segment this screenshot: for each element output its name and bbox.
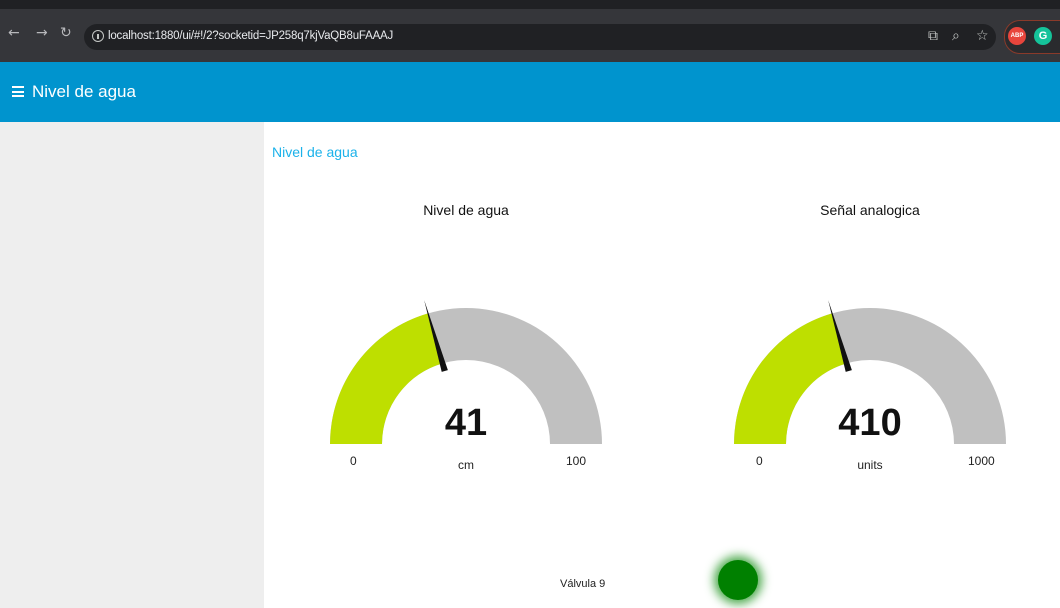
sidebar-background (0, 122, 264, 608)
dashboard-header: Nivel de agua (0, 62, 1060, 122)
grammarly-icon[interactable]: G (1034, 27, 1052, 45)
gauge-max-label: 100 (566, 454, 587, 468)
adblock-icon[interactable]: ABP (1008, 27, 1026, 45)
back-arrow-icon[interactable]: ← (8, 25, 20, 41)
forward-arrow-icon[interactable]: → (36, 25, 48, 41)
browser-toolbar: ← → ↻ localhost:1880/ui/#!/2?socketid=JP… (0, 0, 1060, 62)
tab-strip (0, 0, 1060, 9)
hamburger-menu-icon[interactable] (12, 86, 24, 97)
gauge-senal-analogica: Señal analogica 410 units 0 1000 (720, 196, 1020, 486)
gauge-min-label: 0 (756, 454, 763, 468)
address-bar[interactable]: localhost:1880/ui/#!/2?socketid=JP258q7k… (84, 24, 996, 50)
gauge-max-label: 1000 (968, 454, 995, 468)
bookmark-star-icon[interactable]: ☆ (976, 29, 989, 43)
zoom-icon[interactable]: ⌕ (952, 29, 960, 43)
gauge-nivel-de-agua: Nivel de agua 41 cm 0 100 (316, 196, 616, 486)
gauge-value: 410 (838, 402, 902, 444)
install-icon[interactable]: ⧉ (928, 29, 938, 43)
gauge-min-label: 0 (350, 454, 357, 468)
gauge-value: 41 (444, 402, 488, 444)
url-text[interactable]: localhost:1880/ui/#!/2?socketid=JP258q7k… (108, 30, 393, 42)
dashboard-title: Nivel de agua (32, 82, 136, 101)
reload-icon[interactable]: ↻ (60, 25, 72, 41)
valve-status-led (718, 560, 758, 600)
group-title: Nivel de agua (272, 144, 358, 160)
led-label: Válvula 9 (560, 578, 606, 590)
info-icon[interactable] (92, 30, 104, 42)
